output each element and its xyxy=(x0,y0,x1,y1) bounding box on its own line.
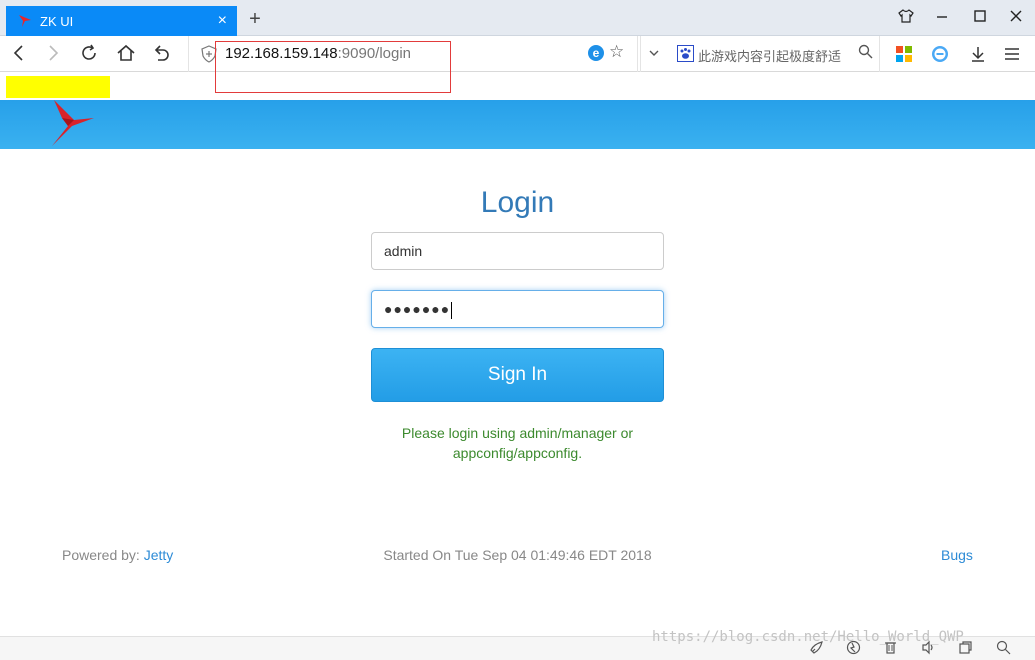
rocket-icon[interactable] xyxy=(808,640,824,656)
forward-icon[interactable] xyxy=(42,43,64,65)
navigation-bar: 192.168.159.148:9090/login e ☆ 此游戏内容引起极度… xyxy=(0,36,1035,72)
password-input[interactable]: ●●●●●●● xyxy=(371,290,664,328)
password-mask: ●●●●●●● xyxy=(384,301,451,317)
search-placeholder: 此游戏内容引起极度舒适 xyxy=(698,49,842,64)
close-tab-icon[interactable]: × xyxy=(218,12,227,30)
trash-icon[interactable] xyxy=(882,640,898,656)
tab-title: ZK UI xyxy=(40,13,74,29)
undo-close-icon[interactable] xyxy=(150,43,172,65)
jetty-link[interactable]: Jetty xyxy=(144,547,174,563)
site-header xyxy=(0,100,1035,149)
bird-logo-icon xyxy=(19,15,31,27)
maximize-icon[interactable] xyxy=(968,8,992,28)
window-icon[interactable] xyxy=(957,640,973,656)
accelerate-icon[interactable] xyxy=(845,640,861,656)
baidu-paw-icon xyxy=(677,45,694,62)
username-input[interactable]: admin xyxy=(371,232,664,270)
reload-icon[interactable] xyxy=(78,43,100,65)
bugs-link[interactable]: Bugs xyxy=(941,547,973,563)
home-icon[interactable] xyxy=(115,43,137,65)
bookmark-star-icon[interactable]: ☆ xyxy=(609,42,624,62)
adblock-icon[interactable] xyxy=(931,45,949,63)
sound-icon[interactable] xyxy=(920,640,936,656)
login-title: Login xyxy=(480,186,555,219)
download-icon[interactable] xyxy=(969,45,987,63)
username-value: admin xyxy=(384,243,423,259)
back-icon[interactable] xyxy=(8,43,30,65)
url-dropdown-icon[interactable] xyxy=(640,36,666,72)
text-caret xyxy=(451,301,453,319)
sign-in-button[interactable]: Sign In xyxy=(371,348,664,402)
apps-grid-icon[interactable] xyxy=(895,45,913,63)
zk-bird-logo-icon xyxy=(52,100,94,146)
menu-icon[interactable] xyxy=(1003,45,1021,63)
powered-label: Powered by: xyxy=(62,547,144,563)
minimize-icon[interactable] xyxy=(930,8,954,28)
url-annotation-box xyxy=(215,41,451,93)
ie-mode-icon[interactable]: e xyxy=(588,45,604,61)
zoom-icon[interactable] xyxy=(995,640,1011,656)
search-box[interactable]: 此游戏内容引起极度舒适 xyxy=(668,36,880,72)
tab-strip: ZK UI × + xyxy=(0,0,1035,36)
login-hint: Please login using admin/manager or appc… xyxy=(401,425,634,461)
tab-zk-ui[interactable]: ZK UI × xyxy=(6,6,237,36)
search-icon[interactable] xyxy=(858,44,873,63)
new-tab-button[interactable]: + xyxy=(245,8,265,31)
powered-by: Powered by: Jetty xyxy=(62,547,173,563)
skin-icon[interactable] xyxy=(894,8,918,28)
highlight-redaction xyxy=(6,76,110,98)
close-window-icon[interactable] xyxy=(1004,8,1028,28)
